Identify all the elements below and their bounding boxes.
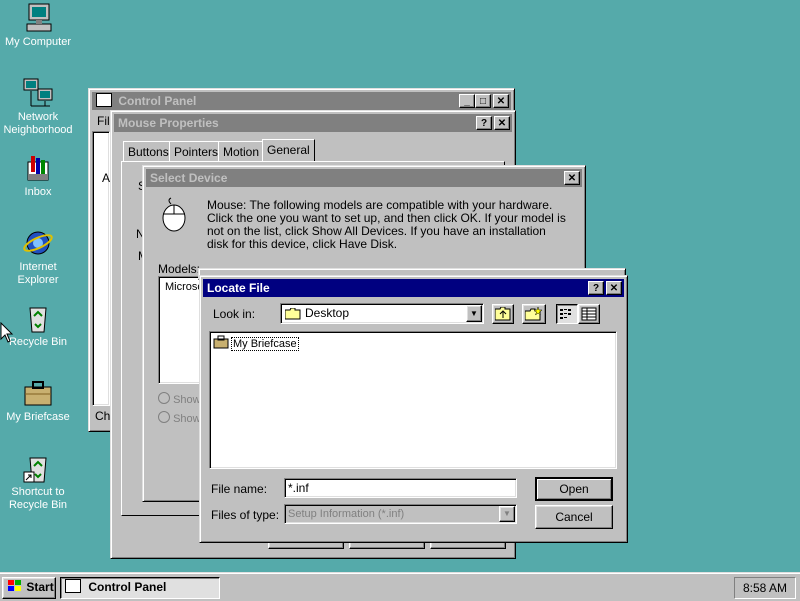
open-button[interactable]: Open [535,477,613,501]
computer-icon [22,2,54,34]
control-panel-app-icon [96,93,112,107]
close-button[interactable]: ✕ [564,171,580,185]
files-of-type-dropdown[interactable]: Setup Information (*.inf) ▼ [284,504,517,524]
desktop-icon-shortcut-recycle-bin[interactable]: Shortcut to Recycle Bin [0,452,76,512]
locate-file-titlebar[interactable]: Locate File ? ✕ [203,279,624,297]
select-device-title: Select Device [150,171,228,185]
internet-explorer-icon [22,227,54,259]
inbox-icon [22,152,54,184]
close-button[interactable]: ✕ [493,94,509,108]
dropdown-arrow-button[interactable]: ▼ [466,305,482,322]
select-device-titlebar[interactable]: Select Device ✕ [146,169,582,187]
taskbar-button-control-panel[interactable]: Control Panel [60,577,220,599]
desktop-icon-inbox[interactable]: Inbox [0,152,76,199]
windows-logo-icon [7,579,23,599]
list-view-icon [560,309,571,319]
control-panel-partial-text: A [102,171,111,185]
desktop-icon-label: Inbox [24,186,52,198]
models-label: Models: [158,262,201,276]
close-button[interactable]: ✕ [494,116,510,130]
tab-buttons[interactable]: Buttons [123,141,174,161]
files-of-type-value: Setup Information (*.inf) [288,508,405,520]
radio-label: Show [173,394,201,406]
show-compatible-radio[interactable]: Show [158,392,201,406]
maximize-button[interactable]: □ [475,94,491,108]
system-tray: 8:58 AM [734,577,796,599]
mouse-properties-title: Mouse Properties [118,116,219,130]
desktop-icon-label: Shortcut to Recycle Bin [8,486,68,511]
look-in-label-text: Look in: [213,307,256,321]
desktop-icon-my-briefcase[interactable]: My Briefcase [0,377,76,424]
mouse-properties-titlebar[interactable]: Mouse Properties ? ✕ [114,114,512,132]
briefcase-icon [213,335,229,352]
look-in-value: Desktop [305,306,350,320]
mouse-icon [157,196,189,235]
taskbar: Start Control Panel 8:58 AM [0,572,800,601]
minimize-button[interactable]: _ [459,94,475,108]
select-device-message: Mouse: The following models are compatib… [207,198,566,251]
start-button[interactable]: Start [2,577,56,599]
control-panel-icon [65,579,81,593]
control-panel-title: Control Panel [118,94,197,108]
radio-icon [158,411,170,423]
desktop-icon-my-computer[interactable]: My Computer [0,2,76,49]
look-in-label: Look in: [213,307,255,321]
tab-motion[interactable]: Motion [218,141,265,161]
files-of-type-label: Files of type: [211,508,280,522]
new-folder-icon [524,306,543,321]
folder-icon [284,307,301,323]
close-button[interactable]: ✕ [606,281,622,295]
list-view-button[interactable] [556,304,578,324]
tab-pointers[interactable]: Pointers [169,141,224,161]
file-name-input[interactable]: *.inf [284,478,517,498]
tab-general[interactable]: General [262,139,315,162]
file-list-item[interactable]: My Briefcase [213,335,299,352]
taskbar-button-label: Control Panel [88,580,167,594]
new-folder-button[interactable] [522,304,546,324]
menu-file[interactable]: Fil [97,114,110,128]
file-name-value: *.inf [288,481,309,495]
status-bar-text: Ch [95,409,111,423]
show-all-radio[interactable]: Show [158,411,201,425]
desktop-icon-label: My Briefcase [6,411,70,423]
clock[interactable]: 8:58 AM [743,581,787,595]
radio-icon [158,392,170,404]
desktop-icon-internet-explorer[interactable]: Internet Explorer [0,227,76,287]
locate-file-title: Locate File [207,281,270,295]
briefcase-icon [22,377,54,409]
dropdown-arrow-button[interactable]: ▼ [499,506,515,522]
file-list[interactable]: My Briefcase [209,331,617,469]
cancel-button[interactable]: Cancel [535,505,613,529]
tab-strip: Buttons Pointers Motion General [121,139,511,162]
details-view-icon [581,307,597,321]
help-button[interactable]: ? [476,116,492,130]
desktop-icon-network-neighborhood[interactable]: Network Neighborhood [0,77,76,137]
look-in-dropdown[interactable]: Desktop ▼ [280,303,484,324]
details-view-button[interactable] [578,304,600,324]
locate-file-dialog[interactable]: Locate File ? ✕ Look in: Desktop ▼ My Br… [199,275,628,543]
file-name-label: File name: [211,482,268,496]
desktop-icon-label: My Computer [4,36,72,48]
recycle-bin-icon [22,302,54,334]
up-folder-icon [494,306,511,321]
start-label: Start [26,580,54,594]
radio-label: Show [173,413,201,425]
desktop-icon-label: Internet Explorer [17,261,59,286]
desktop-icon-label: Network Neighborhood [3,111,73,136]
up-one-level-button[interactable] [492,304,514,324]
network-icon [22,77,54,109]
recycle-bin-shortcut-icon [22,452,54,484]
mouse-pointer-icon [0,321,14,347]
file-name: My Briefcase [231,336,299,351]
control-panel-titlebar[interactable]: Control Panel _ □ ✕ [92,92,511,110]
help-button[interactable]: ? [588,281,604,295]
models-list-item[interactable]: Microso [165,281,204,293]
